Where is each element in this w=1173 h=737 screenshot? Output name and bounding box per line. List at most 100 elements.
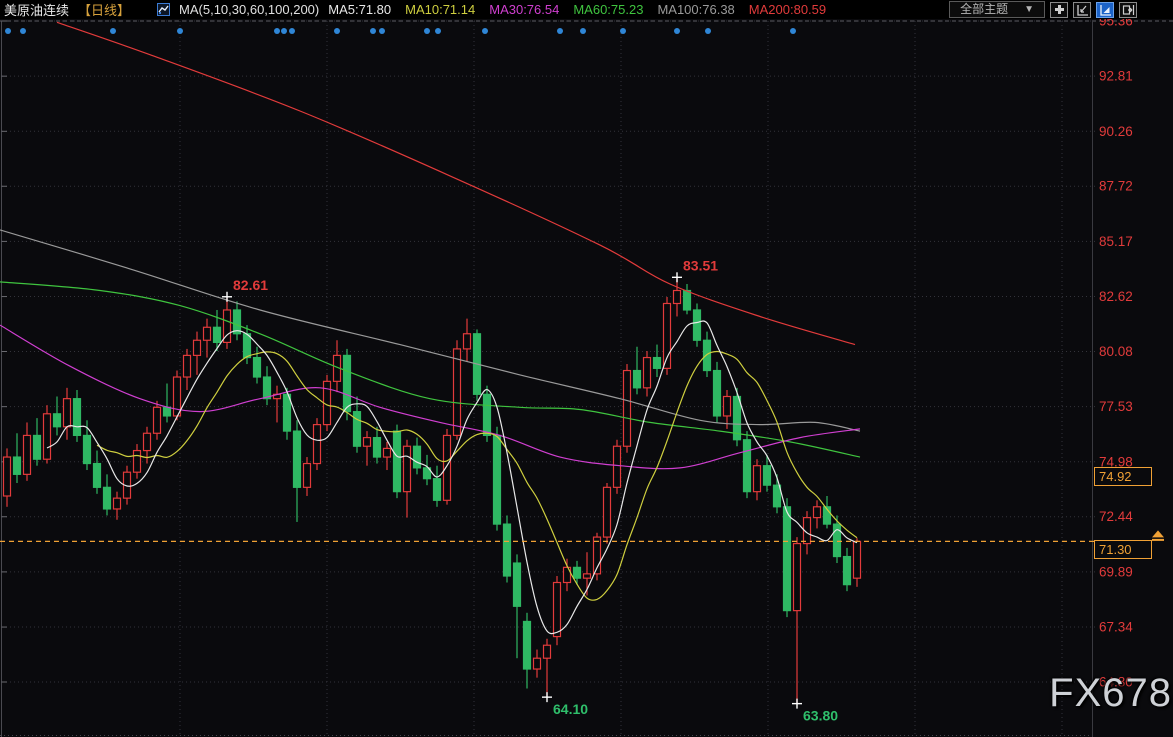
chevron-down-icon: ▼ xyxy=(1024,2,1034,17)
event-dot xyxy=(274,28,280,34)
candle-body xyxy=(684,291,691,310)
toolbar-controls: 全部主题 ▼ xyxy=(949,1,1137,18)
candle-body xyxy=(524,621,531,669)
candle-body xyxy=(184,355,191,377)
candle-body xyxy=(34,435,41,459)
event-dot xyxy=(674,28,680,34)
axis-label: 72.44 xyxy=(1099,509,1133,524)
event-dot xyxy=(379,28,385,34)
candle-body xyxy=(304,464,311,488)
annotation-label: 64.10 xyxy=(553,701,588,717)
candle-body xyxy=(714,371,721,416)
candle-body xyxy=(54,414,61,427)
candle-body xyxy=(694,310,701,340)
axis-label: 69.89 xyxy=(1099,564,1133,579)
candle-body xyxy=(764,466,771,485)
annotation-label: 63.80 xyxy=(803,708,838,724)
candle-body xyxy=(84,435,91,463)
event-dot xyxy=(281,28,287,34)
event-dot xyxy=(177,28,183,34)
candle-body xyxy=(394,431,401,492)
candle-body xyxy=(14,457,21,474)
pan-icon xyxy=(1053,4,1066,16)
candle-body xyxy=(164,407,171,416)
ref-price-label: 74.92 xyxy=(1094,467,1152,486)
candle-body xyxy=(494,435,501,524)
ref-price-value: 74.92 xyxy=(1099,469,1132,484)
candle-body xyxy=(774,485,781,507)
candle-body xyxy=(784,507,791,611)
candle-body xyxy=(534,658,541,669)
candle-body xyxy=(654,358,661,369)
candle-body xyxy=(4,457,11,496)
pan-button[interactable] xyxy=(1050,2,1068,18)
candle-body xyxy=(74,399,81,436)
axis-label: 67.34 xyxy=(1099,620,1133,635)
annotation-label: 82.61 xyxy=(233,277,268,293)
ma-line-ma5 xyxy=(47,321,857,634)
candle-body xyxy=(44,414,51,459)
candle-body xyxy=(584,574,591,578)
candle-body xyxy=(214,327,221,342)
ma-legend: MA5:71.80MA10:71.14MA30:76.54MA60:75.23M… xyxy=(328,2,826,17)
event-dot xyxy=(705,28,711,34)
candle-body xyxy=(374,438,381,457)
candle-body xyxy=(264,377,271,399)
price-chart[interactable]: 95.3692.8190.2687.7285.1782.6280.0877.53… xyxy=(0,0,1173,737)
ma-legend-item: MA60:75.23 xyxy=(573,2,643,17)
theme-dropdown[interactable]: 全部主题 ▼ xyxy=(949,1,1045,18)
candle-body xyxy=(644,358,651,388)
candle-body xyxy=(514,563,521,606)
candle-body xyxy=(344,355,351,411)
candle-body xyxy=(64,399,71,427)
candle-body xyxy=(484,394,491,435)
candle-body xyxy=(854,541,861,578)
event-dot xyxy=(620,28,626,34)
period-label[interactable]: 【日线】 xyxy=(78,0,130,19)
candle-body xyxy=(704,340,711,370)
axis-label: 92.81 xyxy=(1099,69,1133,84)
price-arrow-icon xyxy=(1152,530,1164,537)
ma-legend-item: MA5:71.80 xyxy=(328,2,391,17)
candle-body xyxy=(434,479,441,501)
candle-body xyxy=(104,487,111,509)
candle-body xyxy=(254,358,261,377)
axis-label: 90.26 xyxy=(1099,124,1133,139)
candle-body xyxy=(844,557,851,585)
candle-body xyxy=(284,394,291,431)
event-dot xyxy=(20,28,26,34)
candle-body xyxy=(554,583,561,637)
event-dot xyxy=(370,28,376,34)
candle-body xyxy=(384,448,391,457)
candle-body xyxy=(604,487,611,537)
ma-line-ma200 xyxy=(57,22,855,344)
reset-view-button[interactable] xyxy=(1119,2,1137,18)
zoom-scale-button[interactable] xyxy=(1073,2,1091,18)
last-price-value: 71.30 xyxy=(1099,542,1132,557)
top-bar: 美原油连续 【日线】 MA(5,10,30,60,100,200) MA5:71… xyxy=(0,0,1173,19)
candle-body xyxy=(634,371,641,388)
event-dot xyxy=(435,28,441,34)
zoom-scale-icon xyxy=(1076,4,1089,16)
last-price-label: 71.30 xyxy=(1094,540,1152,559)
candle-body xyxy=(674,291,681,304)
candle-body xyxy=(544,645,551,658)
candle-body xyxy=(464,334,471,349)
event-dot xyxy=(5,28,11,34)
event-dot xyxy=(790,28,796,34)
chart-app-window: 美原油连续 【日线】 MA(5,10,30,60,100,200) MA5:71… xyxy=(0,0,1173,737)
candle-body xyxy=(94,464,101,488)
annotation-label: 83.51 xyxy=(683,257,718,273)
candle-body xyxy=(504,524,511,576)
theme-dropdown-label: 全部主题 xyxy=(960,2,1008,17)
candle-body xyxy=(24,435,31,474)
ma-legend-item: MA200:80.59 xyxy=(749,2,826,17)
reset-view-icon xyxy=(1122,4,1135,16)
symbol-title: 美原油连续 xyxy=(4,0,69,19)
ma-settings-label: MA(5,10,30,60,100,200) xyxy=(179,2,319,17)
candle-body xyxy=(454,349,461,436)
auto-scale-button[interactable] xyxy=(1096,2,1114,18)
candle-body xyxy=(794,544,801,611)
axis-label: 82.62 xyxy=(1099,289,1133,304)
candle-body xyxy=(314,425,321,464)
